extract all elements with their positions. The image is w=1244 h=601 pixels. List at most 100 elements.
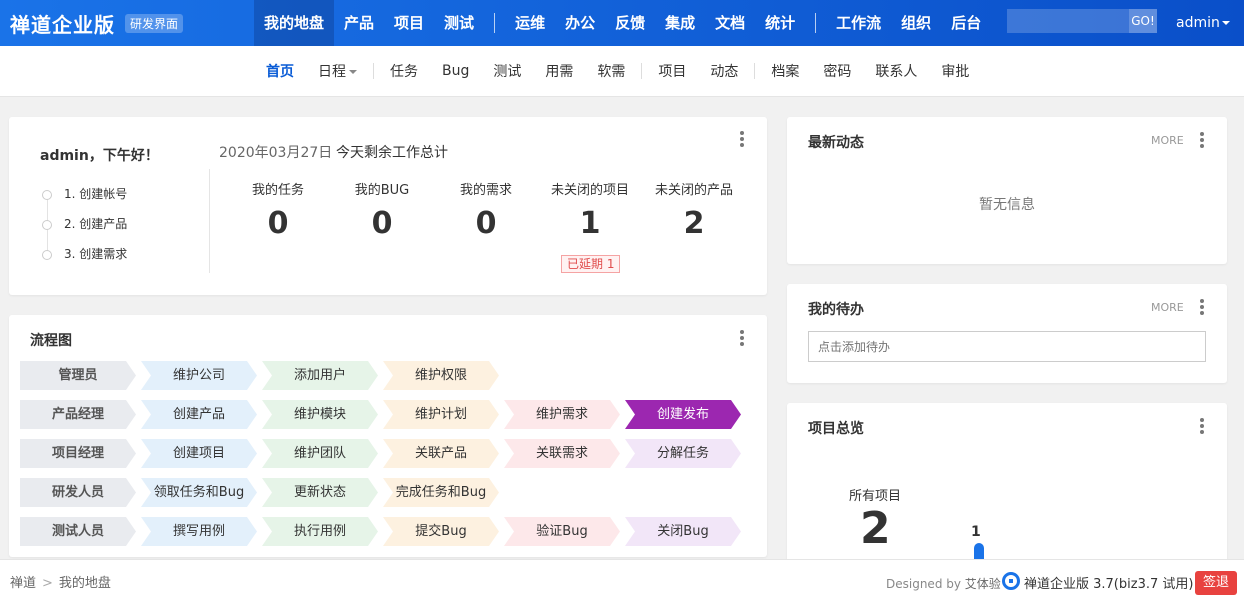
nav-project[interactable]: 项目 [384, 0, 434, 46]
project-overview-panel: 项目总览 所有项目 2 1 [787, 403, 1227, 563]
brand-name[interactable]: 禅道企业版 [10, 9, 115, 38]
nav-doc[interactable]: 文档 [705, 0, 755, 46]
nav-org[interactable]: 组织 [891, 0, 941, 46]
footer: 禅道 > 我的地盘 Designed by 艾体验 禅道企业版 3.7(biz3.7… [0, 559, 1244, 601]
flow-step[interactable]: 领取任务和Bug [141, 478, 257, 507]
divider [209, 169, 210, 273]
stat-label: 我的任务 [251, 183, 304, 198]
step-create-account[interactable]: 1. 创建帐号 [42, 185, 127, 202]
add-todo-input[interactable] [808, 331, 1206, 362]
flow-step[interactable]: 维护公司 [141, 361, 257, 390]
stat-value: 2 [683, 206, 705, 241]
flow-step[interactable]: 维护计划 [383, 400, 499, 429]
subnav-profile[interactable]: 档案 [759, 61, 811, 81]
flow-step[interactable]: 分解任务 [625, 439, 741, 468]
nav-product[interactable]: 产品 [334, 0, 384, 46]
stat-value: 0 [371, 206, 393, 241]
flow-step[interactable]: 更新状态 [262, 478, 378, 507]
nav-my-space[interactable]: 我的地盘 [254, 0, 335, 46]
subnav-approval[interactable]: 审批 [929, 61, 981, 81]
more-options-icon[interactable] [1200, 132, 1204, 148]
more-options-icon[interactable] [740, 330, 744, 346]
stat-open-products[interactable]: 未关闭的产品 2 [642, 179, 746, 241]
stat-my-tasks[interactable]: 我的任务 0 [226, 179, 330, 241]
stat-my-bugs[interactable]: 我的BUG 0 [330, 179, 434, 241]
flow-step[interactable]: 添加用户 [262, 361, 378, 390]
nav-ops[interactable]: 运维 [505, 0, 555, 46]
summary-title: 今天剩余工作总计 [336, 145, 448, 161]
news-title: 最新动态 [808, 135, 864, 151]
delayed-badge[interactable]: 已延期 1 [561, 255, 621, 273]
subnav-contacts[interactable]: 联系人 [863, 61, 929, 81]
nav-divider [815, 13, 817, 33]
logout-button[interactable]: 签退 [1195, 571, 1237, 595]
search-go-button[interactable]: GO! [1129, 9, 1157, 33]
subnav-user-req[interactable]: 用需 [533, 61, 585, 81]
flow-step[interactable]: 维护权限 [383, 361, 499, 390]
step-create-product[interactable]: 2. 创建产品 [42, 215, 127, 232]
subnav-divider [754, 63, 756, 79]
flow-step[interactable]: 维护团队 [262, 439, 378, 468]
more-options-icon[interactable] [1200, 299, 1204, 315]
todo-more-link[interactable]: MORE [1151, 301, 1184, 314]
nav-feedback[interactable]: 反馈 [605, 0, 655, 46]
flow-role-label: 研发人员 [20, 478, 136, 507]
stat-my-stories[interactable]: 我的需求 0 [434, 179, 538, 241]
subnav-soft-req[interactable]: 软需 [585, 61, 637, 81]
subnav-home[interactable]: 首页 [254, 61, 306, 81]
top-header: 禅道企业版 研发界面 我的地盘 产品 项目 测试 运维 办公 反馈 集成 文档 … [0, 0, 1244, 46]
more-options-icon[interactable] [1200, 418, 1204, 434]
flow-step[interactable]: 关闭Bug [625, 517, 741, 546]
flow-step[interactable]: 创建产品 [141, 400, 257, 429]
flow-step[interactable]: 提交Bug [383, 517, 499, 546]
more-options-icon[interactable] [740, 131, 744, 147]
flow-step[interactable]: 完成任务和Bug [383, 478, 499, 507]
subnav-calendar[interactable]: 日程 [306, 61, 369, 81]
flow-step[interactable]: 执行用例 [262, 517, 378, 546]
flow-step[interactable]: 关联需求 [504, 439, 620, 468]
search-input[interactable] [1007, 9, 1129, 33]
flow-step[interactable]: 创建发布 [625, 400, 741, 429]
breadcrumb-current[interactable]: 我的地盘 [59, 576, 111, 591]
subnav-bug[interactable]: Bug [430, 63, 481, 79]
stat-open-projects[interactable]: 未关闭的项目 1 [538, 179, 642, 241]
flow-step[interactable]: 维护模块 [262, 400, 378, 429]
stat-label: 未关闭的项目 [550, 183, 629, 198]
breadcrumb-separator-icon: > [42, 576, 53, 591]
flow-role-label: 产品经理 [20, 400, 136, 429]
subnav-project[interactable]: 项目 [646, 61, 698, 81]
news-more-link[interactable]: MORE [1151, 134, 1184, 147]
welcome-panel: admin，下午好！ 1. 创建帐号 2. 创建产品 3. 创建需求 2020年… [9, 117, 767, 295]
all-projects-count: 2 [860, 503, 891, 554]
flow-step[interactable]: 创建项目 [141, 439, 257, 468]
subnav-task[interactable]: 任务 [378, 61, 430, 81]
nav-office[interactable]: 办公 [555, 0, 605, 46]
designed-by: Designed by 艾体验 [886, 575, 1001, 592]
flow-step[interactable]: 验证Bug [504, 517, 620, 546]
nav-workflow[interactable]: 工作流 [826, 0, 891, 46]
breadcrumb: 禅道 > 我的地盘 [10, 572, 111, 591]
step-label: 2. 创建产品 [64, 217, 128, 231]
flow-step[interactable]: 撰写用例 [141, 517, 257, 546]
nav-stats[interactable]: 统计 [755, 0, 805, 46]
subnav-dynamic[interactable]: 动态 [698, 61, 750, 81]
latest-news-panel: 最新动态 MORE 暂无信息 [787, 117, 1227, 264]
nav-integration[interactable]: 集成 [655, 0, 705, 46]
flow-step[interactable]: 维护需求 [504, 400, 620, 429]
designer-link[interactable]: 艾体验 [965, 577, 1001, 591]
interface-badge[interactable]: 研发界面 [125, 13, 184, 33]
nav-test[interactable]: 测试 [434, 0, 484, 46]
step-create-story[interactable]: 3. 创建需求 [42, 245, 127, 262]
overview-title: 项目总览 [808, 421, 864, 437]
version-info[interactable]: 禅道企业版 3.7(biz3.7 试用) [1024, 573, 1193, 592]
nav-admin[interactable]: 后台 [941, 0, 991, 46]
breadcrumb-root[interactable]: 禅道 [10, 576, 36, 591]
designed-by-text: Designed by [886, 577, 961, 591]
todo-title: 我的待办 [808, 302, 864, 318]
step-label: 1. 创建帐号 [64, 187, 128, 201]
user-menu[interactable]: admin [1176, 0, 1230, 46]
subnav-password[interactable]: 密码 [811, 61, 863, 81]
flow-step[interactable]: 关联产品 [383, 439, 499, 468]
subnav-calendar-label: 日程 [318, 64, 346, 80]
subnav-test[interactable]: 测试 [481, 61, 533, 81]
